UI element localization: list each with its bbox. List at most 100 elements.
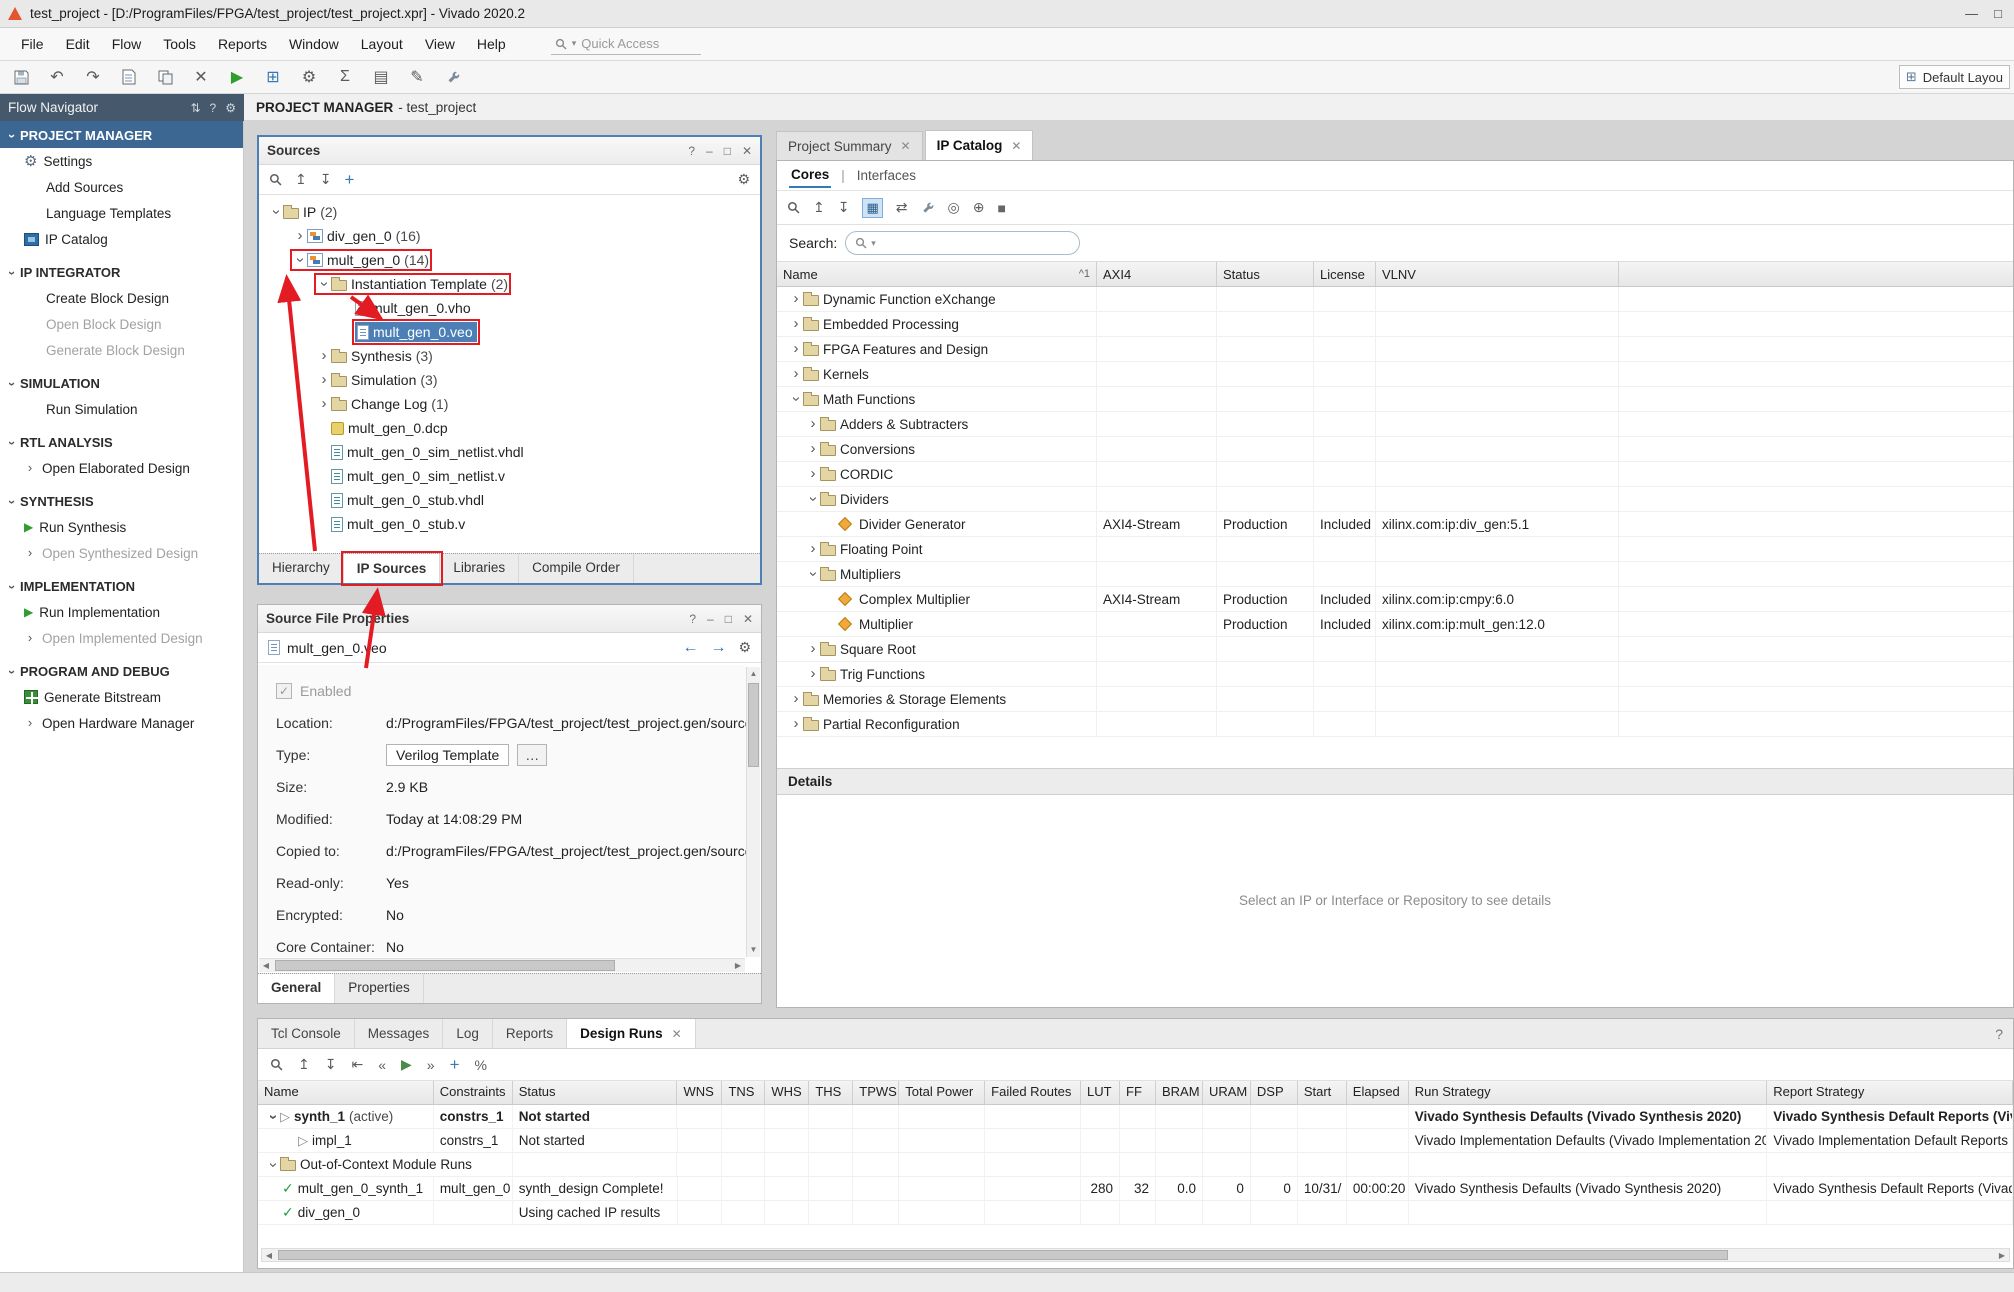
horizontal-scrollbar[interactable]: ◀ ▶ [261,1248,2010,1262]
gear-icon[interactable]: ⚙ [737,171,750,188]
bottom-tab-messages[interactable]: Messages [355,1019,444,1048]
flow-item-create-block-design[interactable]: Create Block Design [0,285,243,311]
horizontal-scrollbar[interactable]: ◀ ▶ [259,958,745,972]
percent-icon[interactable]: % [475,1057,487,1073]
catalog-item-dynamic-function-exchange[interactable]: ›Dynamic Function eXchange [777,287,2013,312]
scrollbar-thumb[interactable] [278,1250,1728,1260]
catalog-item-dividers[interactable]: ›Dividers [777,487,2013,512]
bottom-tab-tcl-console[interactable]: Tcl Console [258,1019,355,1048]
delete-icon[interactable]: ✕ [190,66,212,88]
menu-view[interactable]: View [414,31,466,57]
expander-icon[interactable]: › [806,492,820,506]
column-header-license[interactable]: License [1314,262,1376,286]
expander-icon[interactable]: › [266,1158,280,1172]
expander-icon[interactable]: › [317,349,331,363]
scroll-right-icon[interactable]: ▶ [731,959,745,972]
step-forward-icon[interactable]: » [427,1057,435,1073]
enabled-checkbox[interactable]: ✓ [276,683,292,699]
sigma-report-icon[interactable]: Σ [334,66,356,88]
menu-tools[interactable]: Tools [152,31,207,57]
forward-arrow-icon[interactable]: → [710,639,726,657]
run-row-impl-1[interactable]: ▷impl_1constrs_1Not startedVivado Implem… [258,1129,2013,1153]
sources-tab-hierarchy[interactable]: Hierarchy [259,554,344,583]
catalog-item-multipliers[interactable]: ›Multipliers [777,562,2013,587]
sources-tab-libraries[interactable]: Libraries [440,554,519,583]
settings-gear-icon[interactable]: ⚙ [298,66,320,88]
expander-icon[interactable]: › [806,467,820,481]
scroll-right-icon[interactable]: ▶ [1995,1249,2009,1262]
properties-tab-properties[interactable]: Properties [335,974,424,1003]
source-tree-item-synthesis[interactable]: ›Synthesis (3) [259,344,760,368]
doc-tab-project-summary[interactable]: Project Summary✕ [776,131,923,160]
expander-icon[interactable]: › [317,277,331,291]
catalog-item-cordic[interactable]: ›CORDIC [777,462,2013,487]
flow-section-simulation[interactable]: ›SIMULATION [0,369,243,396]
expand-all-icon[interactable]: ↧ [320,171,332,188]
column-header-vlnv[interactable]: VLNV [1376,262,1619,286]
menu-file[interactable]: File [10,31,55,57]
layout-selector[interactable]: ⊞ Default Layou [1899,65,2010,89]
column-header-total-power[interactable]: Total Power [899,1081,985,1104]
run-button[interactable]: ▶ [226,66,248,88]
menu-reports[interactable]: Reports [207,31,278,57]
card-view-icon[interactable]: ▦ [862,198,882,218]
menu-help[interactable]: Help [466,31,517,57]
column-header-dsp[interactable]: DSP [1251,1081,1298,1104]
search-icon[interactable] [270,1058,283,1071]
go-to-start-icon[interactable]: ⇤ [351,1056,363,1073]
column-header-status[interactable]: Status [513,1081,678,1104]
source-tree-item-mult-gen-0-sim-netlist-v[interactable]: ›mult_gen_0_sim_netlist.v [259,464,760,488]
expander-icon[interactable]: › [806,542,820,556]
scroll-up-icon[interactable]: ▲ [747,667,760,681]
column-header-failed-routes[interactable]: Failed Routes [985,1081,1081,1104]
run-row-div-gen-0[interactable]: ✓div_gen_0Using cached IP results [258,1201,2013,1225]
source-tree-item-change-log[interactable]: ›Change Log (1) [259,392,760,416]
expander-icon[interactable]: › [317,397,331,411]
column-header-start[interactable]: Start [1298,1081,1347,1104]
expander-icon[interactable]: › [293,229,307,243]
expand-all-icon[interactable]: ↧ [325,1056,337,1073]
catalog-item-divider-generator[interactable]: ›Divider GeneratorAXI4-StreamProductionI… [777,512,2013,537]
quick-access-search[interactable]: ▾ Quick Access [551,33,701,55]
type-value[interactable]: Verilog Template [386,744,509,766]
wrench-icon[interactable] [442,66,464,88]
flow-item-run-implementation[interactable]: ▶Run Implementation [0,599,243,625]
expander-icon[interactable]: › [293,253,307,267]
scrollbar-thumb[interactable] [275,960,615,971]
flow-item-run-synthesis[interactable]: ▶Run Synthesis [0,514,243,540]
menu-layout[interactable]: Layout [350,31,414,57]
menu-flow[interactable]: Flow [101,31,153,57]
scroll-down-icon[interactable]: ▼ [747,943,760,957]
column-header-name[interactable]: Name [258,1081,434,1104]
menu-edit[interactable]: Edit [55,31,101,57]
undo-icon[interactable]: ↶ [46,66,68,88]
expander-icon[interactable]: › [789,317,803,331]
flow-section-ip-integrator[interactable]: ›IP INTEGRATOR [0,258,243,285]
expander-icon[interactable]: › [789,717,803,731]
maximize-window-icon[interactable]: □ [1994,6,2002,21]
flow-item-run-simulation[interactable]: Run Simulation [0,396,243,422]
catalog-subtab-interfaces[interactable]: Interfaces [855,164,918,187]
column-header-report-strategy[interactable]: Report Strategy [1767,1081,2013,1104]
report-icon[interactable] [118,66,140,88]
catalog-item-embedded-processing[interactable]: ›Embedded Processing [777,312,2013,337]
run-row-out-of-context-module-runs[interactable]: ›Out-of-Context Module Runs [258,1153,2013,1177]
back-arrow-icon[interactable]: ← [682,639,698,657]
source-tree-item-div-gen-0[interactable]: ›div_gen_0 (16) [259,224,760,248]
run-row-synth-1[interactable]: ›▷synth_1 (active)constrs_1Not startedVi… [258,1105,2013,1129]
expander-icon[interactable]: › [24,716,36,730]
column-header-wns[interactable]: WNS [677,1081,722,1104]
flow-item-generate-bitstream[interactable]: Generate Bitstream [0,684,243,710]
flow-section-implementation[interactable]: ›IMPLEMENTATION [0,572,243,599]
column-header-name[interactable]: Name^1 [777,262,1097,286]
collapse-all-icon[interactable]: ↥ [295,171,307,188]
flow-item-open-elaborated-design[interactable]: ›Open Elaborated Design [0,455,243,481]
minimize-window-icon[interactable]: — [1965,6,1978,21]
expander-icon[interactable]: › [24,631,36,645]
blocks-icon[interactable]: ⊞ [262,66,284,88]
column-header-status[interactable]: Status [1217,262,1314,286]
catalog-item-memories-storage-elements[interactable]: ›Memories & Storage Elements [777,687,2013,712]
column-header-ths[interactable]: THS [809,1081,853,1104]
expander-icon[interactable]: › [266,1110,280,1124]
edit-pencil-icon[interactable]: ✎ [406,66,428,88]
